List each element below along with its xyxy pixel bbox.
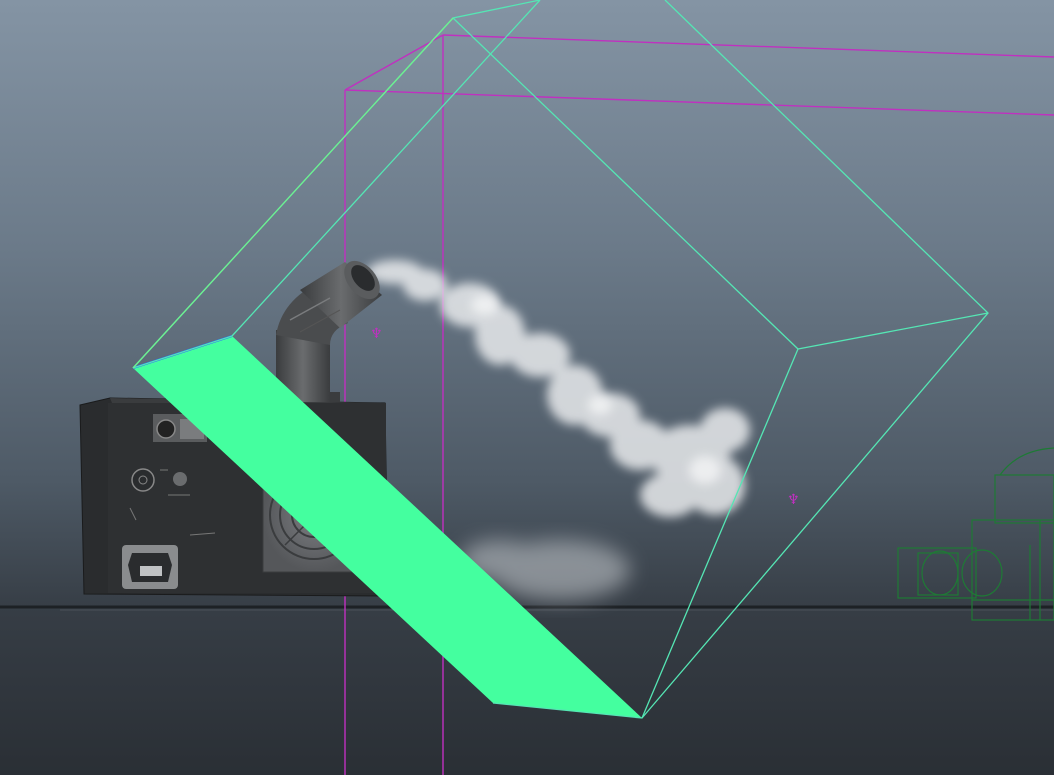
emitter-marker-icon[interactable]: ♆: [787, 492, 800, 508]
svg-text:♆: ♆: [787, 492, 800, 508]
3d-viewport[interactable]: ♆ ♆: [0, 0, 1054, 775]
emitter-marker-icon[interactable]: ♆: [370, 326, 383, 342]
wire-object[interactable]: [897, 447, 1054, 621]
svg-text:♆: ♆: [370, 326, 383, 342]
viewport-scene: ♆ ♆: [0, 0, 1054, 775]
ground-grid-line: [0, 605, 1054, 611]
